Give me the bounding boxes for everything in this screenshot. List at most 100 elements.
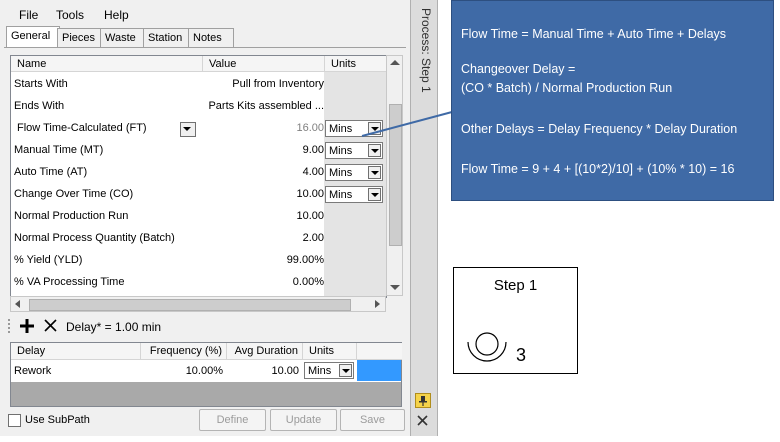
menu-help[interactable]: Help [104,8,129,22]
column-header-delay[interactable]: Delay [11,343,141,360]
row-value: 16.00 [296,122,324,134]
row-name: Ends With [14,100,65,112]
callout-line: Other Delays = Delay Frequency * Delay D… [461,122,738,136]
tab-station[interactable]: Station [143,28,192,47]
tab-divider [4,47,406,48]
delay-frequency: 10.00% [185,365,223,377]
delay-row[interactable]: Rework 10.00% 10.00 Mins [11,360,401,382]
units-value: Mins [329,189,353,201]
grid-row-va-processing[interactable]: % VA Processing Time 0.00% [11,272,386,294]
row-name: Normal Production Run [14,210,129,222]
row-value: 9.00 [302,144,324,156]
properties-grid: Name Value Units Starts With Pull from I… [10,55,387,298]
menu-file[interactable]: File [19,8,38,22]
units-dropdown[interactable]: Mins [325,186,383,203]
grid-row-yield[interactable]: % Yield (YLD) 99.00% [11,250,386,272]
units-value: Mins [329,145,353,157]
selected-cell[interactable] [357,360,401,381]
tab-waste[interactable]: Waste [100,28,145,47]
close-icon[interactable] [417,415,428,426]
delay-units-dropdown[interactable]: Mins [304,362,354,379]
row-name: Starts With [14,78,68,90]
callout-line: (CO * Batch) / Normal Production Run [461,81,673,95]
row-name: Change Over Time (CO) [14,188,134,200]
vertical-scrollbar[interactable] [386,55,403,296]
callout-line: Flow Time = Manual Time + Auto Time + De… [461,27,727,41]
menu-tools[interactable]: Tools [56,8,84,22]
tab-notes[interactable]: Notes [188,28,234,47]
step-title: Step 1 [493,277,538,294]
pin-icon[interactable] [415,393,431,408]
step-count: 3 [516,345,527,365]
tab-general[interactable]: General [6,26,60,48]
delay-toolbar: Delay* = 1.00 min [6,315,404,339]
grid-row-manual-time[interactable]: Manual Time (MT) 9.00 Mins [11,140,386,162]
row-value: Pull from Inventory [232,78,324,90]
grid-row-normal-production-run[interactable]: Normal Production Run 10.00 [11,206,386,228]
units-value: Mins [308,365,332,377]
formula-callout: Flow Time = Manual Time + Auto Time + De… [451,0,774,201]
callout-connector [361,111,453,137]
column-header-blank [357,343,402,360]
scroll-down-icon[interactable] [390,285,400,290]
delay-name: Rework [14,365,52,377]
delay-duration: 10.00 [271,365,299,377]
column-header-avg-duration[interactable]: Avg Duration [227,343,303,360]
scroll-up-icon[interactable] [390,60,400,65]
process-step-box[interactable]: Step 1 3 [453,267,578,374]
units-dropdown[interactable]: Mins [325,164,383,181]
delete-icon[interactable] [44,319,57,332]
chevron-down-icon[interactable] [339,364,352,377]
scroll-thumb[interactable] [29,299,351,311]
row-value: Parts Kits assembled ... [208,100,324,112]
grid-row-flow-time[interactable]: Flow Time-Calculated (FT) 16.00 Mins [11,118,386,140]
chevron-down-icon[interactable] [368,188,381,201]
save-button[interactable]: Save [340,409,405,431]
delay-total-label: Delay* = 1.00 min [66,320,162,334]
row-value: 10.00 [296,188,324,200]
chevron-down-icon[interactable] [368,166,381,179]
use-subpath-label: Use SubPath [25,414,90,426]
row-name: Manual Time (MT) [14,144,104,156]
flow-time-dropdown-icon[interactable] [180,122,196,137]
row-name: % VA Processing Time [14,276,125,288]
units-value: Mins [329,123,353,135]
scroll-left-icon[interactable] [15,300,20,308]
row-name: % Yield (YLD) [14,254,83,266]
add-icon[interactable] [20,319,34,333]
empty-grid-area [11,382,401,406]
row-name: Auto Time (AT) [14,166,88,178]
update-button[interactable]: Update [270,409,337,431]
grid-row-change-over-time[interactable]: Change Over Time (CO) 10.00 Mins [11,184,386,206]
tab-pieces[interactable]: Pieces [57,28,103,47]
column-header-name[interactable]: Name [11,56,202,72]
units-value: Mins [329,167,353,179]
row-value: 99.00% [286,254,324,266]
delay-grid: Delay Frequency (%) Avg Duration Units R… [10,342,402,407]
column-header-value[interactable]: Value [202,56,324,72]
grid-row-ends-with[interactable]: Ends With Parts Kits assembled ... [11,96,386,118]
grid-row-auto-time[interactable]: Auto Time (AT) 4.00 Mins [11,162,386,184]
grid-row-starts-with[interactable]: Starts With Pull from Inventory [11,74,386,96]
horizontal-scrollbar[interactable] [10,296,386,312]
row-name: Normal Process Quantity (Batch) [14,232,175,244]
define-button[interactable]: Define [199,409,266,431]
column-header-frequency[interactable]: Frequency (%) [141,343,227,360]
row-value: 10.00 [296,210,324,222]
column-header-units[interactable]: Units [324,56,386,72]
use-subpath-checkbox[interactable] [8,414,21,427]
chevron-down-icon[interactable] [368,144,381,157]
row-name: Flow Time-Calculated (FT) [17,122,147,134]
menu-bar: File Tools Help [0,0,410,28]
column-header-units[interactable]: Units [303,343,357,360]
grid-row-batch[interactable]: Normal Process Quantity (Batch) 2.00 [11,228,386,250]
units-dropdown[interactable]: Mins [325,142,383,159]
row-value: 4.00 [302,166,324,178]
callout-line: Flow Time = 9 + 4 + [(10*2)/10] + (10% *… [461,162,735,176]
toolbar-grip [8,319,12,333]
row-value: 0.00% [292,276,324,288]
callout-line: Changeover Delay = [461,62,576,76]
scroll-right-icon[interactable] [375,300,380,308]
row-value: 2.00 [302,232,324,244]
cycle-icon [467,332,507,362]
